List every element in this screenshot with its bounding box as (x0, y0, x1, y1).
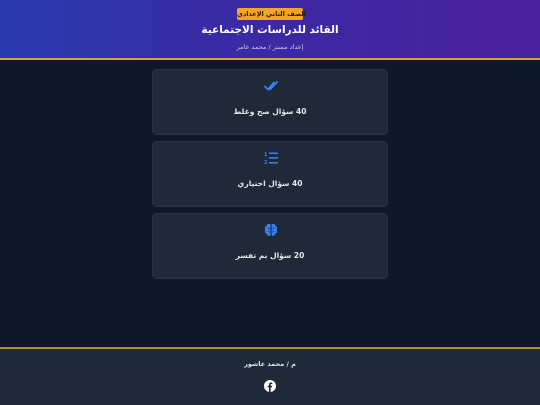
facebook-icon[interactable] (264, 380, 276, 392)
svg-text:1: 1 (264, 152, 268, 158)
card-multiple-choice[interactable]: 1 2 40 سؤال اختياري (152, 141, 388, 207)
numbered-list-icon: 1 2 (264, 152, 278, 166)
card-label: 40 سؤال اختياري (237, 179, 303, 188)
brain-icon (264, 223, 278, 236)
card-label: 40 سؤال صح وغلط (233, 107, 307, 116)
card-label: 20 سؤال بم تفسر (235, 251, 305, 260)
footer-credit: م / محمد عاشور (244, 360, 296, 368)
page-subtitle: إعداد مستر / محمد عامر (236, 43, 304, 51)
card-true-false[interactable]: 40 سؤال صح وغلط (152, 69, 388, 135)
double-check-icon (264, 81, 278, 91)
svg-text:2: 2 (264, 160, 268, 166)
grade-badge: الصف الثاني الإعدادي (237, 8, 306, 20)
page-footer: م / محمد عاشور (0, 347, 540, 405)
card-explain[interactable]: 20 سؤال بم تفسر (152, 213, 388, 279)
page-header: الصف الثاني الإعدادي القائد للدراسات الا… (0, 0, 540, 60)
page-title: القائد للدراسات الاجتماعية (201, 24, 339, 36)
